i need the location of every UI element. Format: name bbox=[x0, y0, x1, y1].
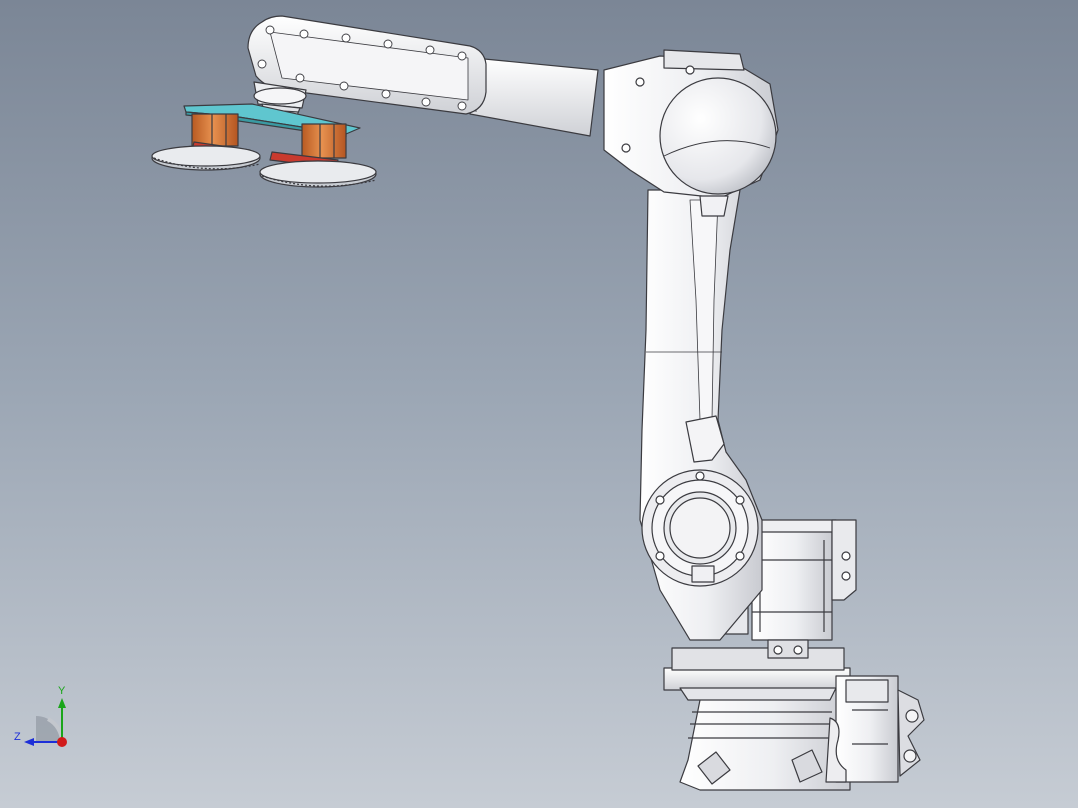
robot-lower-arm[interactable] bbox=[639, 189, 763, 641]
y-axis-label: Y bbox=[58, 685, 66, 697]
graphics-viewport[interactable]: Y Z bbox=[0, 0, 1078, 808]
z-axis-label: Z bbox=[14, 731, 21, 743]
robot-upper-arm[interactable] bbox=[469, 57, 599, 137]
view-orientation-triad[interactable]: Y Z bbox=[10, 684, 80, 754]
vacuum-gripper-tool[interactable] bbox=[151, 103, 377, 188]
robot-base[interactable] bbox=[663, 667, 925, 791]
industrial-robot-arm-model[interactable] bbox=[0, 0, 1078, 808]
robot-elbow[interactable] bbox=[603, 49, 779, 217]
